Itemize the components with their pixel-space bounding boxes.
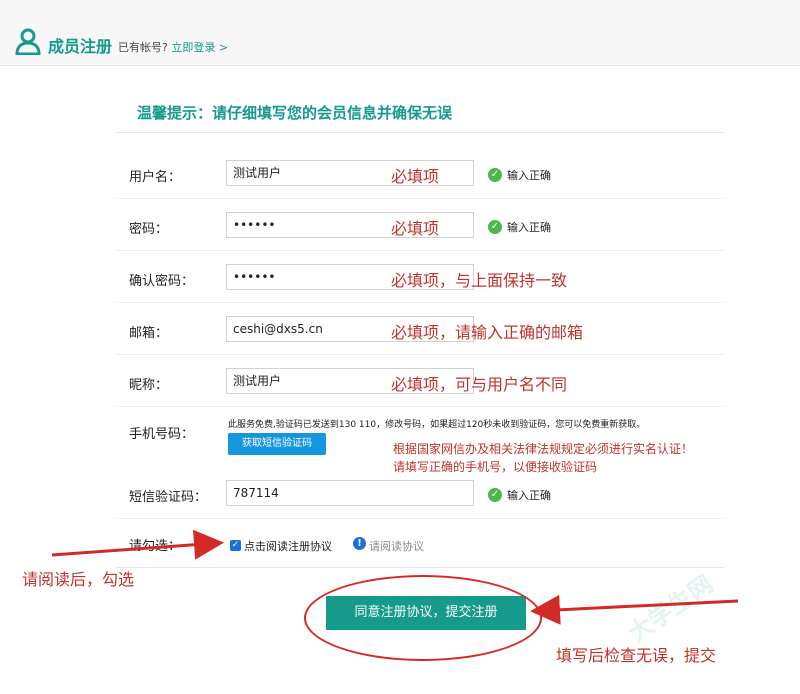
- left-arrow: [51, 529, 224, 560]
- annotation-right: 填写后检查无误，提交: [556, 646, 717, 665]
- annotation-left: 请阅读后，勾选: [22, 570, 135, 589]
